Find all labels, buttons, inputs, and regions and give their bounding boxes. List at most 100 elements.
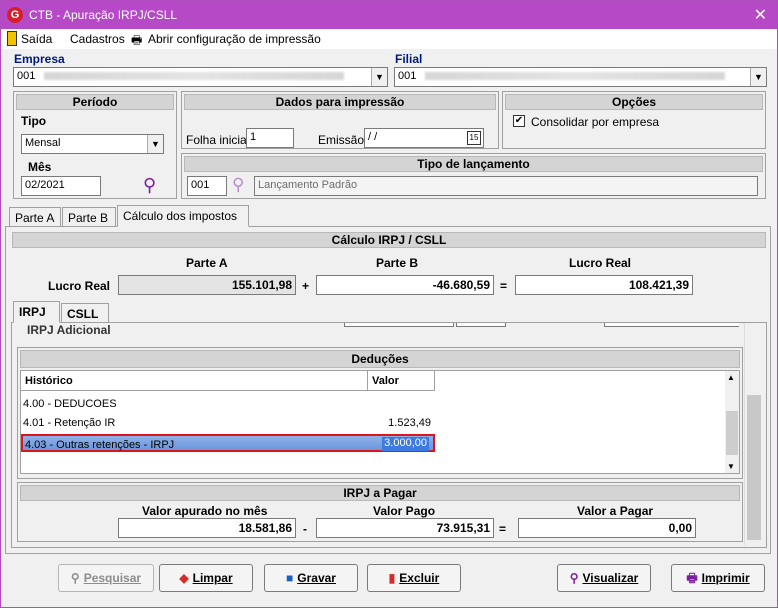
col-divider bbox=[434, 371, 435, 391]
chevron-up-icon[interactable]: ▲ bbox=[727, 373, 735, 382]
irpj-adicional-total bbox=[604, 323, 739, 327]
minus-sign: - bbox=[303, 522, 307, 536]
mes-input[interactable]: 02/2021 bbox=[21, 176, 101, 196]
irpj-pagar-group: IRPJ a Pagar Valor apurado no mês Valor … bbox=[17, 482, 743, 542]
irpj-panel-scrollbar[interactable] bbox=[744, 323, 762, 545]
col-valor[interactable]: Valor bbox=[372, 375, 399, 387]
chevron-down-icon[interactable]: ▼ bbox=[727, 462, 735, 471]
irpj-pagar-header: IRPJ a Pagar bbox=[20, 485, 740, 501]
folha-inicial-label: Folha inicial bbox=[186, 133, 250, 147]
tab-csll[interactable]: CSLL bbox=[61, 303, 109, 323]
parte-a-value: 155.101,98 bbox=[118, 275, 296, 295]
search-icon[interactable]: ⚲ bbox=[143, 176, 156, 194]
grid-header-row: Histórico Valor bbox=[21, 371, 435, 391]
consolidar-checkbox[interactable]: ✔ bbox=[513, 115, 525, 127]
exit-door-icon bbox=[7, 31, 17, 46]
row-valor: 1.523,49 bbox=[388, 417, 431, 429]
emissao-label: Emissão bbox=[318, 133, 365, 147]
row-valor: 3.000,00 bbox=[382, 437, 429, 451]
folha-inicial-input[interactable]: 1 bbox=[246, 128, 294, 148]
row-lucro-real-label: Lucro Real bbox=[48, 279, 111, 293]
chevron-down-icon[interactable]: ▼ bbox=[371, 68, 387, 86]
irpj-adicional-label: IRPJ Adicional bbox=[27, 323, 111, 336]
menu-cadastros[interactable]: Cadastros bbox=[70, 32, 125, 46]
excluir-label: Excluir bbox=[399, 571, 440, 585]
empresa-value: 001 bbox=[17, 70, 39, 82]
tipo-value: Mensal bbox=[25, 137, 61, 149]
filial-select[interactable]: 001 ▼ bbox=[394, 67, 767, 87]
tab-parte-a[interactable]: Parte A bbox=[9, 207, 61, 227]
mes-label: Mês bbox=[28, 160, 52, 174]
irpj-adicional-pct bbox=[456, 323, 506, 327]
tipo-select[interactable]: Mensal ▼ bbox=[21, 134, 164, 154]
menu-saida[interactable]: Saída bbox=[21, 32, 52, 46]
empresa-select[interactable]: 001 ▼ bbox=[13, 67, 388, 87]
lucro-real-value: 108.421,39 bbox=[515, 275, 693, 295]
chevron-down-icon[interactable]: ▼ bbox=[147, 135, 163, 153]
visualizar-label: Visualizar bbox=[582, 571, 639, 585]
menu-bar: Saída Cadastros 🖶 Abrir configuração de … bbox=[1, 29, 777, 49]
opcoes-group: Opções ✔ Consolidar por empresa bbox=[502, 91, 766, 149]
imprimir-label: Imprimir bbox=[701, 571, 750, 585]
irpj-adicional-value bbox=[344, 323, 454, 327]
deducoes-grid: Histórico Valor 4.00 - DEDUCOES 4.01 - R… bbox=[20, 370, 740, 474]
col-valor-a-pagar: Valor a Pagar bbox=[577, 504, 654, 518]
calendar-icon[interactable]: 15 bbox=[467, 131, 481, 145]
tab-parte-b[interactable]: Parte B bbox=[62, 207, 116, 227]
scrollbar-thumb[interactable] bbox=[726, 411, 738, 455]
main-window: G CTB - Apuração IRPJ/CSLL ✕ Saída Cadas… bbox=[0, 0, 778, 608]
gravar-label: Gravar bbox=[297, 571, 336, 585]
eraser-icon: ◆ bbox=[179, 571, 189, 585]
lancamento-desc-field: Lançamento Padrão bbox=[254, 176, 758, 196]
pesquisar-button[interactable]: ⚲ Pesquisar bbox=[58, 564, 154, 592]
pesquisar-label: Pesquisar bbox=[83, 571, 142, 585]
search-icon: ⚲ bbox=[70, 571, 80, 585]
filial-value: 001 bbox=[398, 70, 420, 82]
valor-pago: 73.915,31 bbox=[316, 518, 494, 538]
equals-sign: = bbox=[500, 279, 508, 293]
tab-calculo-impostos[interactable]: Cálculo dos impostos bbox=[117, 205, 249, 227]
col-historico[interactable]: Histórico bbox=[25, 375, 73, 387]
emissao-input[interactable]: / / bbox=[364, 128, 484, 148]
imprimir-button[interactable]: 🖶 Imprimir bbox=[671, 564, 765, 592]
excluir-button[interactable]: ▮ Excluir bbox=[367, 564, 461, 592]
empresa-name-blurred bbox=[44, 72, 345, 81]
deducoes-header: Deduções bbox=[20, 350, 740, 368]
visualizar-button[interactable]: ⚲ Visualizar bbox=[557, 564, 651, 592]
col-lucro-real: Lucro Real bbox=[569, 256, 632, 270]
chevron-down-icon[interactable]: ▼ bbox=[750, 68, 766, 86]
parte-b-value[interactable]: -46.680,59 bbox=[316, 275, 494, 295]
plus-sign: + bbox=[302, 279, 310, 293]
opcoes-header: Opções bbox=[505, 94, 763, 110]
valor-a-pagar: 0,00 bbox=[518, 518, 696, 538]
tab-irpj[interactable]: IRPJ bbox=[13, 301, 60, 323]
valor-apurado: 18.581,86 bbox=[118, 518, 296, 538]
table-row-selected[interactable]: 4.03 - Outras retenções - IRPJ 3.000,00 bbox=[21, 434, 435, 452]
printer-icon: 🖶 bbox=[131, 33, 143, 47]
close-window-button[interactable]: ✕ bbox=[754, 5, 767, 25]
table-row[interactable]: 4.00 - DEDUCOES bbox=[21, 395, 435, 413]
dados-impressao-header: Dados para impressão bbox=[184, 94, 496, 110]
equals-sign: = bbox=[499, 522, 507, 536]
limpar-button[interactable]: ◆ Limpar bbox=[159, 564, 253, 592]
scrollbar-thumb[interactable] bbox=[747, 395, 761, 540]
filial-name-blurred bbox=[425, 72, 726, 81]
gravar-button[interactable]: ■ Gravar bbox=[264, 564, 358, 592]
col-parte-b: Parte B bbox=[376, 256, 419, 270]
row-historico: 4.00 - DEDUCOES bbox=[23, 398, 117, 410]
app-logo-icon: G bbox=[7, 7, 23, 23]
trash-icon: ▮ bbox=[388, 571, 396, 585]
floppy-disk-icon: ■ bbox=[286, 571, 294, 585]
col-parte-a: Parte A bbox=[186, 256, 228, 270]
dados-impressao-group: Dados para impressão Folha inicial 1 Emi… bbox=[181, 91, 499, 149]
grid-scrollbar[interactable]: ▲ ▼ bbox=[725, 371, 739, 473]
filial-label: Filial bbox=[395, 52, 423, 66]
search-icon[interactable]: ⚲ bbox=[232, 176, 244, 194]
tipo-label: Tipo bbox=[21, 114, 47, 128]
calculo-header: Cálculo IRPJ / CSLL bbox=[12, 232, 766, 248]
lancamento-code-input[interactable]: 001 bbox=[187, 176, 227, 196]
table-row[interactable]: 4.01 - Retenção IR 1.523,49 bbox=[21, 414, 435, 432]
periodo-group: Período Tipo Mensal ▼ Mês 02/2021 ⚲ bbox=[13, 91, 177, 199]
menu-print-config[interactable]: Abrir configuração de impressão bbox=[148, 32, 321, 46]
col-valor-apurado: Valor apurado no mês bbox=[142, 504, 268, 518]
